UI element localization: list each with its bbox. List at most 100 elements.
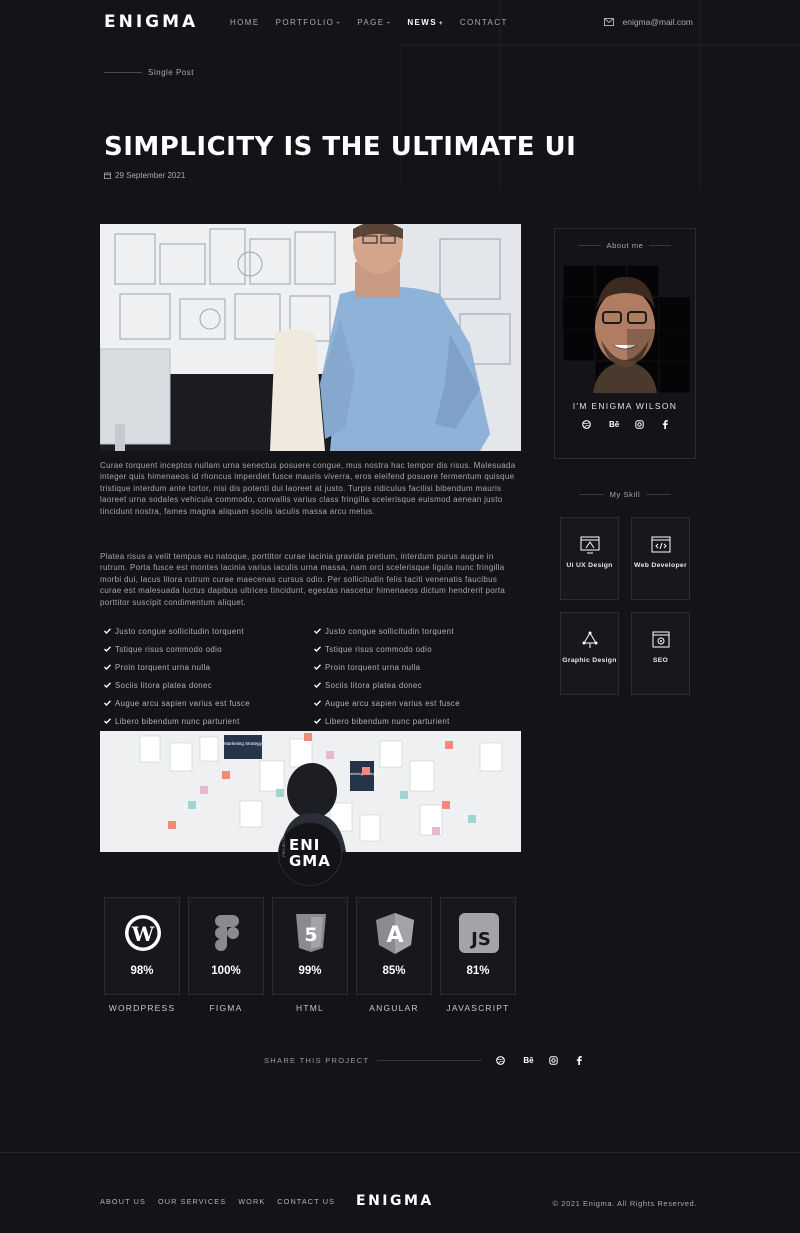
breadcrumb-line	[104, 72, 142, 73]
skill-label: Ui UX Design	[566, 562, 613, 569]
dribbble-icon[interactable]	[496, 1056, 506, 1065]
share-bar: SHARE THIS PROJECT Bē	[264, 1056, 583, 1065]
plus-icon: +	[438, 21, 444, 27]
list-item: Sociis litora platea donec	[314, 680, 524, 690]
tech-card-figma: 100% FIGMA	[188, 897, 264, 1013]
list-item: Libero bibendum nunc parturient	[314, 716, 524, 726]
tech-card-angular: A 85% ANGULAR	[356, 897, 432, 1013]
behance-icon[interactable]: Bē	[523, 1056, 533, 1065]
skill-card-graphic-design[interactable]: Graphic Design	[560, 612, 619, 695]
tech-name: ANGULAR	[369, 1003, 419, 1013]
about-heading-text: About me	[606, 241, 644, 250]
svg-text:5: 5	[304, 924, 317, 946]
angular-icon: A	[376, 913, 414, 954]
post-date-text: 29 September 2021	[115, 171, 186, 180]
avatar	[563, 265, 690, 393]
list-item: Justo congue sollicitudin torquent	[314, 626, 524, 636]
checkmark-icon	[104, 718, 111, 724]
nav-portfolio[interactable]: PORTFOLIO +	[276, 18, 342, 27]
footer-nav-about[interactable]: ABOUT US	[100, 1197, 146, 1206]
footer-nav: ABOUT US OUR SERVICES WORK CONTACT US	[100, 1197, 335, 1206]
list-item: Tstique risus commodo odio	[314, 644, 524, 654]
graphic-design-icon	[582, 631, 598, 648]
email-text: enigma@mail.com	[622, 17, 693, 27]
share-line	[377, 1060, 483, 1061]
skill-card-seo[interactable]: SEO	[631, 612, 690, 695]
svg-text:A: A	[386, 923, 403, 948]
heading-line	[649, 245, 672, 246]
site-logo[interactable]: ENIGMA	[104, 12, 198, 32]
skill-label: Web Developer	[634, 562, 687, 569]
instagram-icon[interactable]	[635, 420, 644, 429]
footer-nav-work[interactable]: WORK	[238, 1197, 265, 1206]
nav-page[interactable]: PAGE +	[357, 18, 391, 27]
tech-card-box: A 85%	[356, 897, 432, 995]
envelope-icon	[604, 18, 615, 26]
post-paragraph-1: Curae torquent inceptos nullam urna sene…	[100, 461, 516, 516]
tech-card-html: 5 99% HTML	[272, 897, 348, 1013]
tech-name: FIGMA	[209, 1003, 243, 1013]
footer-nav-services[interactable]: OUR SERVICES	[158, 1197, 226, 1206]
main-nav: HOME PORTFOLIO + PAGE + NEWS + CONTACT	[230, 18, 508, 27]
tech-percent: 98%	[130, 965, 154, 977]
list-item: Proin torquent urna nulla	[104, 662, 314, 672]
tech-card-box: W 98%	[104, 897, 180, 995]
post-paragraph-2: Platea risus a velit tempus eu natoque, …	[100, 552, 506, 607]
badge-side-text: PROJECTS	[281, 835, 286, 857]
nav-news[interactable]: NEWS +	[407, 18, 444, 27]
image-sign-1: Marketing Strategy	[224, 741, 263, 746]
tech-card-wordpress: W 98% WORDPRESS	[104, 897, 180, 1013]
copyright: © 2021 Enigma. All Rights Reserved.	[552, 1199, 697, 1208]
badge-logo-text: ENI GMA	[289, 836, 331, 870]
plus-icon: +	[336, 21, 342, 27]
tech-percent: 100%	[211, 965, 241, 977]
list-item: Justo congue sollicitudin torquent	[104, 626, 314, 636]
web-developer-icon	[651, 536, 671, 553]
facebook-icon[interactable]	[662, 420, 668, 429]
page-title: SIMPLICITY IS THE ULTIMATE UI	[104, 132, 577, 162]
site-header: ENIGMA HOME PORTFOLIO + PAGE + NEWS + CONTA…	[0, 0, 800, 45]
site-footer: ABOUT US OUR SERVICES WORK CONTACT US EN…	[0, 1152, 800, 1233]
checkmark-icon	[104, 682, 111, 688]
checkmark-icon	[314, 664, 321, 670]
footer-nav-contact[interactable]: CONTACT US	[277, 1197, 335, 1206]
javascript-icon: JS	[459, 913, 499, 953]
my-skill-heading-text: My Skill	[609, 490, 641, 499]
header-email[interactable]: enigma@mail.com	[604, 17, 693, 27]
list-item: Augue arcu sapien varius est fusce	[314, 698, 524, 708]
dribbble-icon[interactable]	[582, 420, 591, 429]
behance-icon[interactable]: Bē	[609, 420, 619, 429]
tech-skills: W 98% WORDPRESS 100% FIGMA 5 99% HTML A …	[104, 897, 516, 1013]
tech-card-box: JS 81%	[440, 897, 516, 995]
skill-card-web-developer[interactable]: Web Developer	[631, 517, 690, 600]
nav-home[interactable]: HOME	[230, 18, 260, 27]
projects-badge[interactable]: ENI GMA PROJECTS	[278, 822, 342, 886]
tech-name: JAVASCRIPT	[446, 1003, 510, 1013]
office-photo	[100, 224, 521, 451]
instagram-icon[interactable]	[549, 1056, 559, 1065]
feature-checklist: Justo congue sollicitudin torquent Justo…	[104, 626, 524, 726]
list-item: Proin torquent urna nulla	[314, 662, 524, 672]
tech-card-box: 5 99%	[272, 897, 348, 995]
breadcrumb-label: Single Post	[148, 68, 194, 77]
skill-card-ui-ux[interactable]: Ui UX Design	[560, 517, 619, 600]
wordpress-icon: W	[125, 915, 161, 951]
post-date: 29 September 2021	[104, 171, 185, 180]
heading-line	[578, 494, 604, 495]
facebook-icon[interactable]	[576, 1056, 583, 1065]
tech-card-javascript: JS 81% JAVASCRIPT	[440, 897, 516, 1013]
tech-name: HTML	[296, 1003, 324, 1013]
breadcrumb: Single Post	[104, 68, 194, 77]
nav-contact[interactable]: CONTACT	[460, 18, 508, 27]
list-item: Tstique risus commodo odio	[104, 644, 314, 654]
tech-card-box: 100%	[188, 897, 264, 995]
skill-label: SEO	[652, 657, 669, 664]
footer-logo[interactable]: ENIGMA	[356, 1193, 434, 1209]
about-heading: About me	[555, 241, 695, 250]
svg-text:W: W	[131, 922, 155, 946]
list-item: Libero bibendum nunc parturient	[104, 716, 314, 726]
author-social: Bē	[555, 420, 695, 429]
seo-icon	[652, 631, 670, 648]
my-skill-heading: My Skill	[554, 490, 696, 499]
tech-percent: 81%	[466, 965, 490, 977]
